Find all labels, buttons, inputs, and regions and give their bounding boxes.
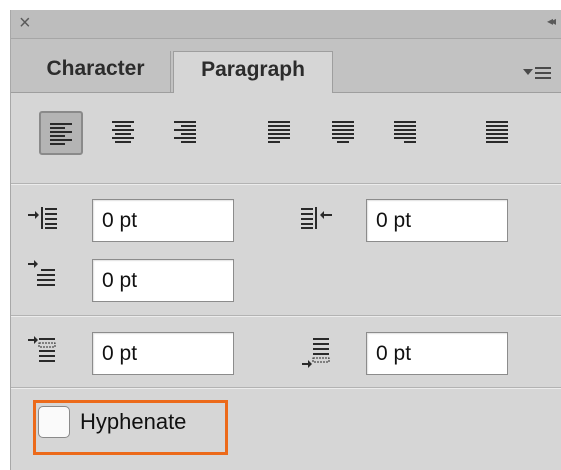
left-indent-field[interactable] <box>92 199 234 242</box>
align-left-icon <box>50 123 72 145</box>
align-right-icon <box>174 121 196 143</box>
space-after-field[interactable] <box>366 332 508 375</box>
first-line-indent-field[interactable] <box>92 259 234 302</box>
hyphenate-label[interactable]: Hyphenate <box>80 408 186 436</box>
tab-bar: Character Paragraph <box>11 39 561 93</box>
justify-last-left-icon <box>268 121 290 143</box>
justify-all-icon <box>486 121 508 143</box>
hyphenate-checkbox[interactable] <box>38 406 70 438</box>
justify-last-center-icon <box>332 121 354 143</box>
divider <box>11 315 561 317</box>
tab-paragraph[interactable]: Paragraph <box>173 51 333 93</box>
space-before-field[interactable] <box>92 332 234 375</box>
right-indent-field[interactable] <box>366 199 508 242</box>
first-line-indent-icon <box>28 260 55 286</box>
close-icon[interactable]: × <box>19 12 31 34</box>
left-indent-icon <box>28 207 57 229</box>
collapse-icon[interactable]: ◂◂ <box>547 14 556 28</box>
space-before-icon <box>28 336 56 362</box>
tab-character[interactable]: Character <box>21 51 171 92</box>
align-center-icon <box>112 121 134 143</box>
panel-titlebar: × ◂◂ <box>11 10 561 39</box>
justify-last-left-button[interactable] <box>259 111 303 155</box>
justify-all-button[interactable] <box>477 111 521 155</box>
divider <box>11 183 561 185</box>
align-left-button[interactable] <box>39 111 83 155</box>
align-center-button[interactable] <box>103 111 147 155</box>
alignment-row <box>11 105 561 181</box>
align-right-button[interactable] <box>165 111 209 155</box>
justify-last-center-button[interactable] <box>323 111 367 155</box>
space-after-icon <box>302 338 330 368</box>
divider <box>11 387 561 389</box>
panel-menu-icon[interactable] <box>523 63 553 83</box>
justify-last-right-icon <box>394 121 416 143</box>
justify-last-right-button[interactable] <box>385 111 429 155</box>
right-indent-icon <box>301 207 332 229</box>
